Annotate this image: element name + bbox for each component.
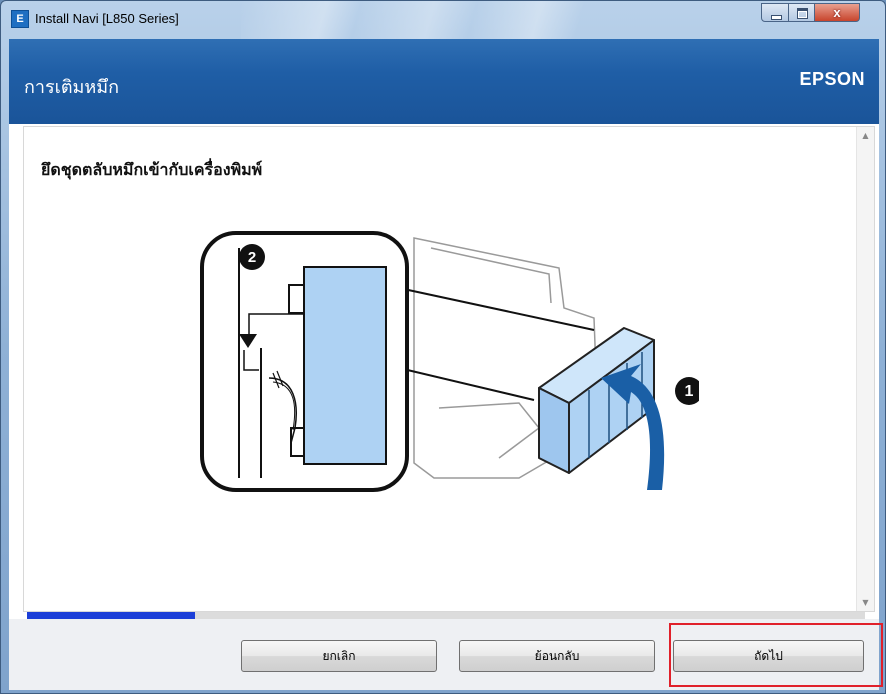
cancel-button[interactable]: ยกเลิก [241, 640, 437, 672]
detail-inset [200, 231, 409, 492]
header-banner: การเติมหมึก EPSON [9, 39, 879, 124]
content-panel: ยึดชุดตลับหมึกเข้ากับเครื่องพิมพ์ 1 2 ▲ … [23, 126, 875, 612]
scroll-up-arrow-icon[interactable]: ▲ [857, 127, 874, 144]
epson-app-icon: E [11, 10, 29, 28]
maximize-button[interactable] [788, 3, 815, 22]
title-bar[interactable]: E Install Navi [L850 Series] x [1, 1, 885, 39]
installer-window: E Install Navi [L850 Series] x การเติมหม… [0, 0, 886, 694]
next-button-highlight [669, 623, 883, 687]
vertical-scrollbar[interactable]: ▲ ▼ [856, 127, 874, 611]
client-area: การเติมหมึก EPSON ยึดชุดตลับหมึกเข้ากับเ… [9, 39, 883, 690]
instruction-text: ยึดชุดตลับหมึกเข้ากับเครื่องพิมพ์ [41, 160, 263, 179]
close-icon: x [833, 5, 841, 20]
epson-logo: EPSON [799, 69, 865, 89]
button-footer: ยกเลิก ย้อนกลับ ถัดไป [9, 619, 883, 690]
back-button[interactable]: ย้อนกลับ [459, 640, 655, 672]
page-title: การเติมหมึก [24, 77, 120, 98]
progress-bar-fill [27, 612, 195, 619]
title-bar-glass [241, 1, 661, 39]
scroll-down-arrow-icon[interactable]: ▼ [857, 594, 874, 611]
ink-tank-illustration: 1 2 [200, 231, 699, 492]
progress-bar [27, 612, 865, 619]
step-1-label: 1 [685, 383, 694, 400]
step-2-label: 2 [248, 249, 256, 266]
minimize-button[interactable] [761, 3, 789, 22]
close-button[interactable]: x [814, 3, 860, 22]
window-title: Install Navi [L850 Series] [35, 11, 179, 26]
